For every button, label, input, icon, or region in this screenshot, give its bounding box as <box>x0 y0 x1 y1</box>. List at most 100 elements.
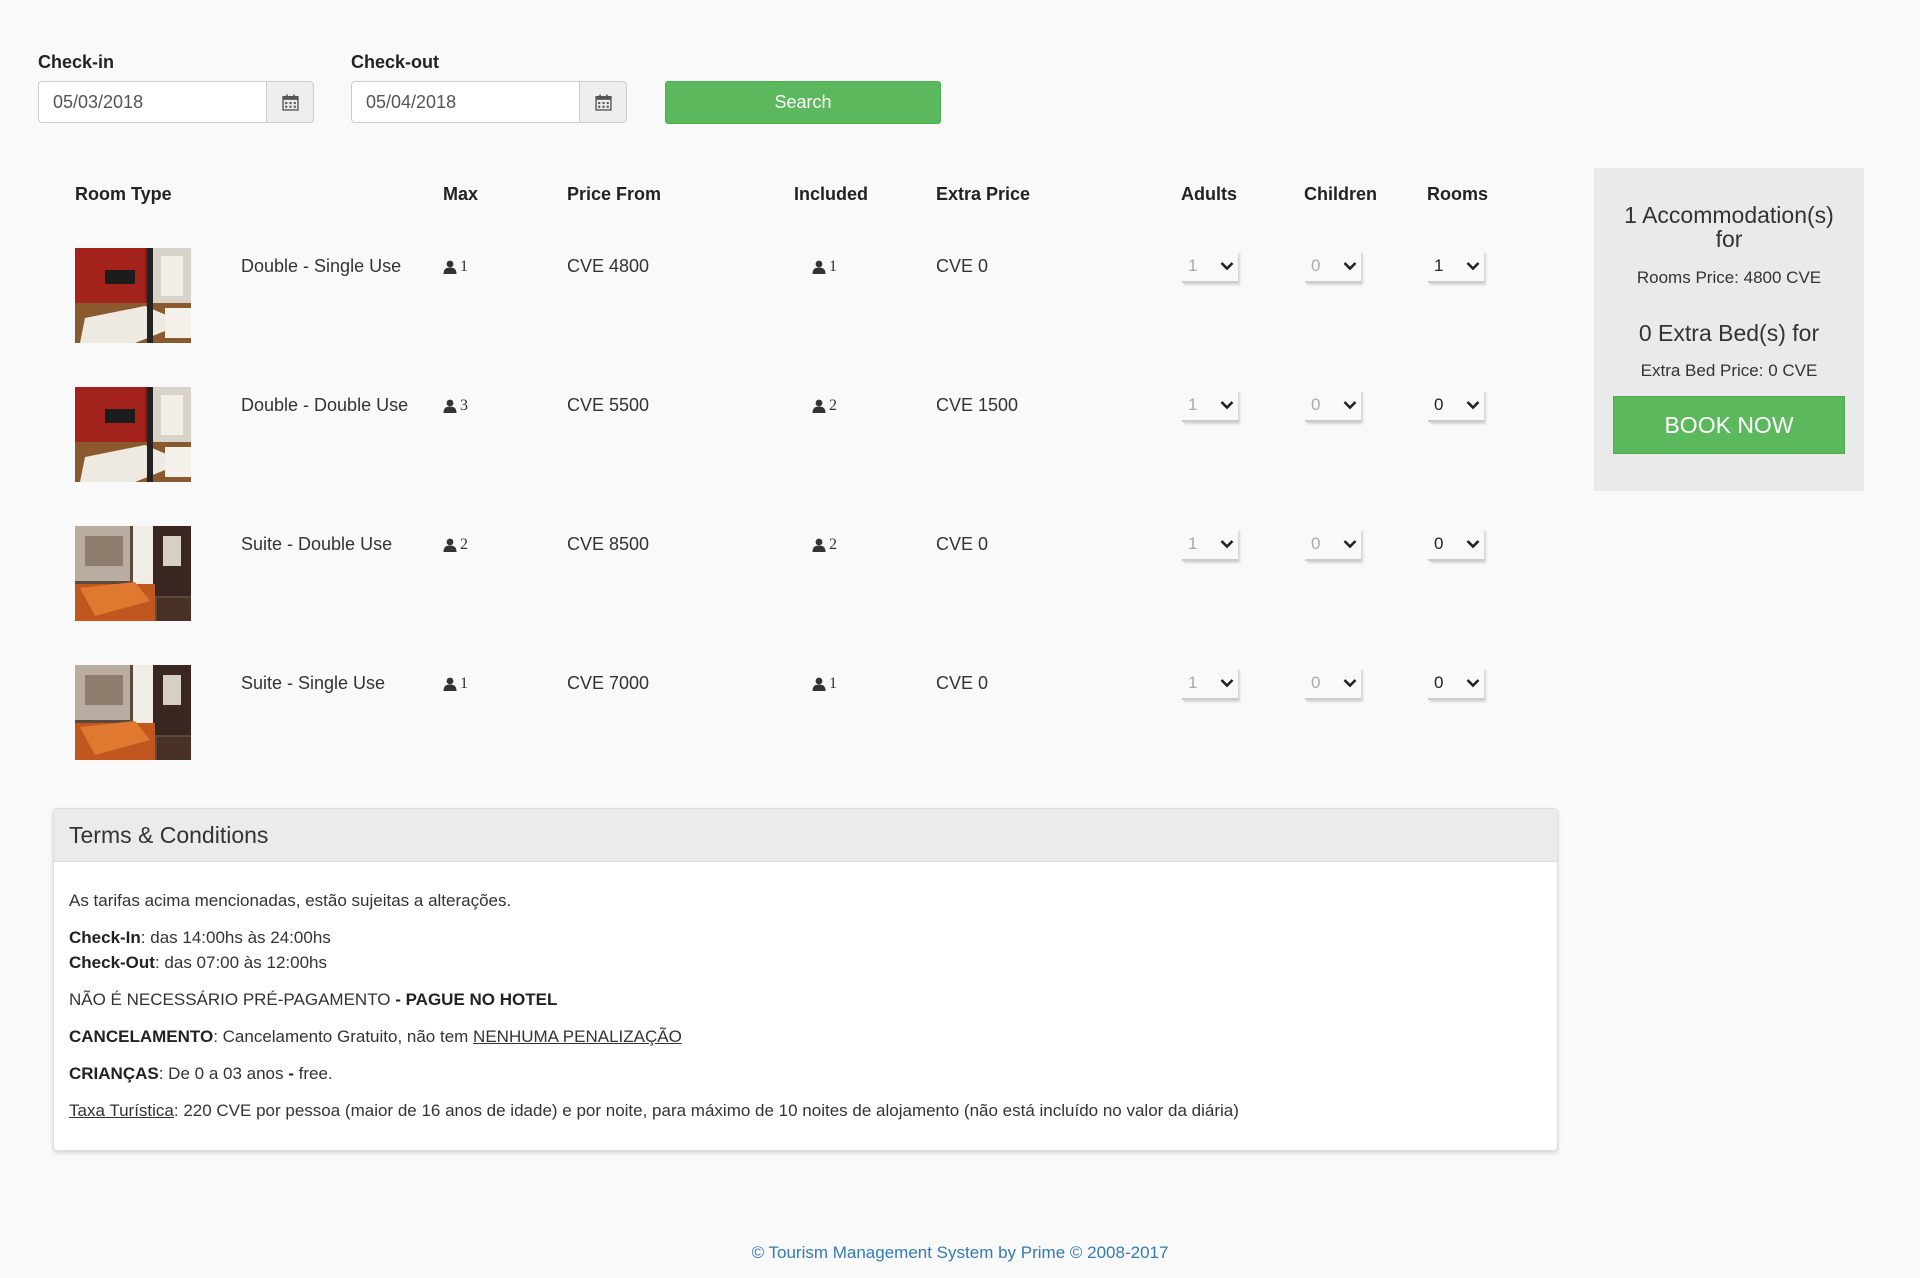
max-value: 1 <box>460 675 468 692</box>
rooms-price: Rooms Price: 4800 CVE <box>1636 268 1822 287</box>
children-value: 0 <box>1311 673 1321 692</box>
extra-bed-price: Extra Bed Price: 0 CVE <box>1640 361 1818 380</box>
room-photo[interactable] <box>75 526 191 621</box>
adults-select[interactable]: 1 <box>1182 668 1238 700</box>
header-included: Included <box>794 184 869 204</box>
checkin-calendar-button[interactable] <box>266 81 314 123</box>
room-name: Double - Double Use <box>241 395 409 415</box>
rooms-select[interactable]: 0 <box>1428 668 1484 700</box>
prepay-bold: - PAGUE NO HOTEL <box>395 990 558 1009</box>
chevron-down-icon <box>1220 400 1234 410</box>
header-max: Max <box>443 184 479 204</box>
rooms-value: 0 <box>1434 534 1444 553</box>
prepay-text: NÃO É NECESSÁRIO PRÉ-PAGAMENTO <box>69 990 396 1009</box>
cancel-text: : Cancelamento Gratuito, não tem <box>213 1027 474 1046</box>
extra-price: CVE 1500 <box>936 395 1019 415</box>
chevron-down-icon <box>1220 539 1234 549</box>
terms-rates-note: As tarifas acima mencionadas, estão suje… <box>69 891 512 910</box>
rooms-value: 1 <box>1434 256 1444 275</box>
header-rooms: Rooms <box>1427 184 1489 204</box>
included-occupancy: 1 <box>812 675 837 693</box>
chevron-down-icon <box>1466 678 1480 688</box>
cancel-penalty-link: NENHUMA PENALIZAÇÃO <box>473 1027 682 1046</box>
person-icon <box>443 399 457 413</box>
accommodation-for-line: for <box>1715 226 1743 252</box>
included-value: 2 <box>829 536 837 553</box>
checkout-hours-text: : das 07:00 às 12:00hs <box>154 953 327 972</box>
checkin-input[interactable] <box>38 81 266 123</box>
adults-select[interactable]: 1 <box>1182 251 1238 283</box>
included-value: 1 <box>829 675 837 692</box>
checkout-calendar-button[interactable] <box>579 81 627 123</box>
children-label: CRIANÇAS <box>69 1064 159 1083</box>
book-now-button[interactable]: BOOK NOW <box>1613 396 1845 454</box>
header-price-from: Price From <box>567 184 662 204</box>
rooms-value: 0 <box>1434 673 1444 692</box>
rooms-select[interactable]: 0 <box>1428 529 1484 561</box>
chevron-down-icon <box>1343 539 1357 549</box>
adults-select[interactable]: 1 <box>1182 529 1238 561</box>
room-name: Suite - Single Use <box>241 673 386 693</box>
included-occupancy: 2 <box>812 397 837 415</box>
children-value: 0 <box>1311 395 1321 414</box>
adults-select[interactable]: 1 <box>1182 390 1238 422</box>
header-children: Children <box>1304 184 1378 204</box>
chevron-down-icon <box>1343 678 1357 688</box>
search-button[interactable]: Search <box>665 81 941 124</box>
person-icon <box>443 538 457 552</box>
room-photo[interactable] <box>75 665 191 760</box>
room-photo[interactable] <box>75 248 191 343</box>
children-value: 0 <box>1311 256 1321 275</box>
max-occupancy: 1 <box>443 258 468 276</box>
checkout-label: Check-out <box>351 52 440 72</box>
children-select[interactable]: 0 <box>1305 529 1361 561</box>
room-name: Double - Single Use <box>241 256 402 276</box>
price-from: CVE 8500 <box>567 534 650 554</box>
rooms-value: 0 <box>1434 395 1444 414</box>
children-select[interactable]: 0 <box>1305 668 1361 700</box>
chevron-down-icon <box>1220 261 1234 271</box>
terms-children: CRIANÇAS: De 0 a 03 anos - free. <box>69 1061 1542 1086</box>
calendar-icon <box>595 94 612 111</box>
children-select[interactable]: 0 <box>1305 251 1361 283</box>
max-occupancy: 2 <box>443 536 468 554</box>
rooms-select[interactable]: 0 <box>1428 390 1484 422</box>
adults-value: 1 <box>1188 256 1198 275</box>
price-from: CVE 4800 <box>567 256 650 276</box>
chevron-down-icon <box>1343 400 1357 410</box>
accommodation-count-line: 1 Accommodation(s) <box>1624 202 1834 228</box>
adults-value: 1 <box>1188 673 1198 692</box>
chevron-down-icon <box>1466 539 1480 549</box>
max-occupancy: 1 <box>443 675 468 693</box>
accommodation-count: 1 Accommodation(s) for <box>1594 203 1864 251</box>
terms-panel: Terms & Conditions As tarifas acima menc… <box>53 808 1558 1151</box>
extra-beds: 0 Extra Bed(s) for <box>1638 320 1820 346</box>
tourist-tax-link[interactable]: Taxa Turística <box>69 1101 174 1120</box>
cancel-label: CANCELAMENTO <box>69 1027 214 1046</box>
room-photo[interactable] <box>75 387 191 482</box>
included-value: 2 <box>829 397 837 414</box>
max-value: 3 <box>460 397 468 414</box>
extra-price: CVE 0 <box>936 256 989 276</box>
extra-price: CVE 0 <box>936 534 989 554</box>
terms-title: Terms & Conditions <box>54 809 1557 862</box>
terms-cancellation: CANCELAMENTO: Cancelamento Gratuito, não… <box>69 1024 1542 1049</box>
max-occupancy: 3 <box>443 397 468 415</box>
checkout-input[interactable] <box>351 81 579 123</box>
person-icon <box>443 260 457 274</box>
rooms-select[interactable]: 1 <box>1428 251 1484 283</box>
children-select[interactable]: 0 <box>1305 390 1361 422</box>
tourist-tax-text: : 220 CVE por pessoa (maior de 16 anos d… <box>173 1101 1239 1120</box>
checkout-hours-label: Check-Out <box>69 953 155 972</box>
included-occupancy: 2 <box>812 536 837 554</box>
adults-value: 1 <box>1188 534 1198 553</box>
children-value: 0 <box>1311 534 1321 553</box>
chevron-down-icon <box>1466 261 1480 271</box>
person-icon <box>812 538 826 552</box>
header-room-type: Room Type <box>75 184 172 204</box>
footer-copyright[interactable]: © Tourism Management System by Prime © 2… <box>0 1243 1920 1263</box>
person-icon <box>812 260 826 274</box>
max-value: 1 <box>460 258 468 275</box>
chevron-down-icon <box>1220 678 1234 688</box>
chevron-down-icon <box>1343 261 1357 271</box>
